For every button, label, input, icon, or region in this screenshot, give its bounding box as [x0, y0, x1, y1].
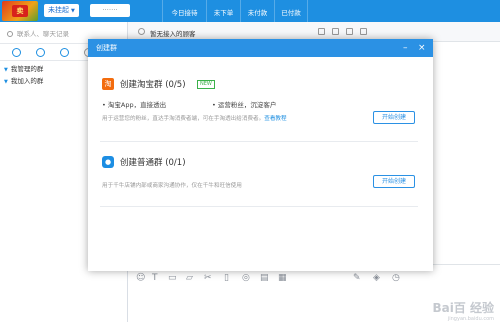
status-dropdown[interactable]: 未挂起 ▼ — [44, 4, 79, 17]
taobao-group-title: 创建淘宝群 (0/5) — [120, 80, 186, 90]
normal-group-title: 创建普通群 (0/1) — [120, 158, 186, 168]
avatar-badge: 卖 — [12, 5, 28, 17]
tutorial-link[interactable]: 查看教程 — [264, 116, 286, 122]
contacts-tab-icon[interactable] — [60, 48, 69, 57]
minimize-button[interactable]: – — [403, 39, 408, 57]
taobao-icon: 淘 — [102, 78, 114, 90]
delete-icon[interactable]: ▤ — [260, 273, 269, 283]
dialog-header: 创建群 – × — [88, 39, 433, 57]
folder-icon[interactable]: ▱ — [186, 273, 193, 283]
stat-label: 未付款 — [247, 9, 268, 17]
font-icon[interactable]: T — [152, 273, 158, 283]
taobao-feature-2: • 运营粉丝，沉淀客户 — [212, 101, 277, 109]
create-taobao-group-button[interactable]: 开始创建 — [373, 111, 415, 124]
customer-icon — [138, 28, 145, 35]
close-button[interactable]: × — [418, 39, 426, 57]
add-icon[interactable] — [332, 28, 339, 35]
avatar[interactable]: 卖 — [2, 1, 38, 21]
chevron-down-icon: ▼ — [71, 8, 75, 14]
search-placeholder: 联系人、聊天记录 — [17, 30, 69, 38]
create-group-dialog: 创建群 – × 淘 创建淘宝群 (0/5) NEW • 淘宝App，直接透出 •… — [88, 39, 433, 271]
quick-reply-icon[interactable]: ✎ — [353, 273, 361, 283]
stat-unordered[interactable]: 未下单 — [206, 0, 240, 22]
taobao-desc-text: 用于运营您的粉丝，直达手淘消费者端，可在手淘透出给消费者。 — [102, 116, 265, 122]
recent-tab-icon[interactable] — [36, 48, 45, 57]
shake-icon[interactable]: ▯ — [224, 273, 229, 283]
stat-unpaid[interactable]: 未付款 — [240, 0, 274, 22]
stat-paid[interactable]: 已付款 — [274, 0, 308, 22]
normal-group-section: ● 创建普通群 (0/1) 用于千牛店铺内部或商家沟通协作，仅在千牛和旺信使用 … — [100, 155, 418, 207]
create-normal-group-button[interactable]: 开始创建 — [373, 175, 415, 188]
watermark-url: jingyan.baidu.com — [447, 316, 494, 322]
search-icon — [7, 31, 13, 37]
new-badge: NEW — [197, 80, 215, 89]
stat-label: 今日接待 — [171, 9, 198, 17]
calendar-icon[interactable]: ▦ — [278, 273, 287, 283]
image-icon[interactable]: ▭ — [168, 273, 177, 283]
chat-title: 暂无接入的顾客 — [150, 30, 196, 38]
mail-icon[interactable] — [346, 28, 353, 35]
top-bar: 卖 未挂起 ▼ ······· 今日接待 未下单 未付款 已付款 — [0, 0, 500, 22]
emoji-icon[interactable]: ☺ — [136, 273, 145, 283]
coupon-icon[interactable]: ◎ — [242, 273, 250, 283]
chat-tab-icon[interactable] — [12, 48, 21, 57]
stat-today-reception[interactable]: 今日接待 — [162, 0, 206, 22]
normal-group-description: 用于千牛店铺内部或商家沟通协作，仅在千牛和旺信使用 — [102, 183, 242, 189]
history-icon[interactable]: ◷ — [392, 273, 400, 283]
taobao-feature-1: • 淘宝App，直接透出 — [102, 101, 167, 109]
expand-icon: ▼ — [4, 67, 8, 73]
status-label: 未挂起 — [48, 6, 69, 14]
robot-icon[interactable]: ◈ — [373, 273, 380, 283]
history-icon[interactable] — [318, 28, 325, 35]
stat-label: 已付款 — [281, 9, 301, 17]
dialog-title: 创建群 — [96, 44, 117, 52]
menu-icon[interactable] — [360, 28, 367, 35]
watermark: Bai百 经验 — [432, 301, 494, 315]
stat-label: 未下单 — [213, 9, 234, 17]
top-search-input[interactable]: ······· — [90, 4, 130, 17]
tree-item-label: 我管理的群 — [10, 65, 44, 73]
chat-bubble-icon: ● — [102, 156, 114, 168]
taobao-description: 用于运营您的粉丝，直达手淘消费者端，可在手淘透出给消费者。查看教程 — [102, 114, 287, 122]
tree-item-label: 我加入的群 — [10, 77, 44, 85]
taobao-group-section: 淘 创建淘宝群 (0/5) NEW • 淘宝App，直接透出 • 运营粉丝，沉淀… — [100, 77, 418, 142]
screenshot-icon[interactable]: ✂ — [204, 273, 212, 283]
expand-icon: ▼ — [4, 79, 8, 85]
